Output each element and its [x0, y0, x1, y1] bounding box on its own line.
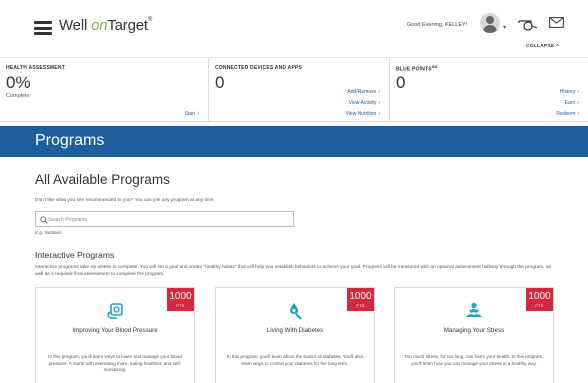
points-value: 1000 [528, 291, 551, 302]
search-box[interactable] [35, 211, 294, 227]
page-title: All Available Programs [35, 172, 170, 187]
blue-points-title-text: BLUE POINTS [396, 66, 432, 73]
health-assessment-sub: Complete [6, 93, 30, 99]
health-assessment-value: 0% [6, 73, 31, 92]
view-nutrition-label: View Nutrition [345, 111, 377, 117]
section-description: Interactive programs take six weeks to c… [35, 265, 551, 277]
whistle-icon[interactable] [517, 17, 539, 31]
search-icon [40, 216, 48, 224]
service-mark: SM [431, 65, 438, 69]
program-card[interactable]: 1000 PTS Improving Your Blood Pressure I… [35, 287, 195, 383]
history-label: History [559, 89, 576, 95]
blood-pressure-icon [107, 303, 123, 319]
program-card[interactable]: 1000 PTS Living With Diabetes In this pr… [215, 287, 375, 383]
glucose-meter-icon [290, 303, 302, 320]
connected-devices-title: CONNECTED DEVICES AND APPS [215, 65, 303, 71]
logo[interactable]: Well onTarget® [59, 17, 152, 34]
logo-text-well: Well [59, 17, 92, 34]
points-label: PTS [356, 304, 365, 308]
program-title[interactable]: Improving Your Blood Pressure [36, 327, 194, 334]
earn-link[interactable]: Earn › [565, 100, 579, 106]
page: Well onTarget® Good Evening, KELLEY! ▾ C… [0, 0, 588, 383]
logo-text-target: Target [107, 17, 148, 34]
search-hint: E.g. Nutrition [35, 230, 62, 235]
view-activity-link[interactable]: View Activity › [349, 100, 380, 106]
program-title[interactable]: Managing Your Stress [395, 327, 553, 334]
history-link[interactable]: History › [560, 89, 579, 95]
avatar[interactable] [480, 13, 500, 33]
greeting-text: Good Evening, KELLEY! [407, 22, 468, 28]
earn-label: Earn [564, 100, 576, 106]
meditation-icon [466, 302, 482, 317]
summary-panel: HEALTH ASSESSMENT 0% Complete Start › CON… [0, 58, 588, 122]
connected-devices-value: 0 [215, 73, 225, 92]
view-nutrition-link[interactable]: View Nutrition › [346, 111, 380, 117]
logo-registered-mark: ® [147, 17, 153, 23]
add-remove-link[interactable]: Add/Remove › [347, 89, 380, 95]
points-badge: 1000 PTS [347, 288, 374, 311]
points-badge: 1000 PTS [526, 288, 553, 311]
health-assessment-card: HEALTH ASSESSMENT 0% Complete Start › [0, 58, 209, 122]
program-description: In this program, you'll learn ways to lo… [48, 354, 182, 373]
points-label: PTS [535, 304, 544, 308]
points-value: 1000 [169, 291, 192, 302]
program-title[interactable]: Living With Diabetes [216, 327, 374, 334]
search-input[interactable] [48, 214, 288, 225]
collapse-button[interactable]: COLLAPSE ^ [526, 44, 559, 49]
points-label: PTS [176, 304, 185, 308]
section-title: Interactive Programs [35, 250, 115, 260]
program-card[interactable]: 1000 PTS Managing Your Stress Too much s… [394, 287, 554, 383]
redeem-label: Redeem [556, 111, 576, 117]
top-bar: Well onTarget® Good Evening, KELLEY! ▾ C… [0, 0, 588, 58]
program-description: In this program, you'll learn about the … [226, 354, 364, 366]
view-activity-label: View Activity [348, 100, 377, 106]
programs-banner: Programs [0, 126, 588, 157]
points-badge: 1000 PTS [167, 288, 194, 311]
start-link[interactable]: Start › [185, 111, 199, 117]
logo-text-on: on [91, 17, 108, 34]
program-description: Too much stress, for too long, can harm … [404, 354, 544, 366]
health-assessment-title: HEALTH ASSESSMENT [6, 65, 65, 71]
menu-icon[interactable] [34, 21, 52, 35]
connected-devices-card: CONNECTED DEVICES AND APPS 0 Add/Remove ›… [209, 58, 390, 122]
add-remove-label: Add/Remove [347, 89, 377, 95]
banner-title: Programs [35, 132, 105, 149]
blue-points-value: 0 [396, 73, 406, 92]
blue-points-title: BLUE POINTSSM [396, 65, 437, 73]
blue-points-card: BLUE POINTSSM 0 History › Earn › Redeem › [390, 58, 588, 122]
redeem-link[interactable]: Redeem › [556, 111, 579, 117]
mail-icon[interactable] [549, 17, 564, 28]
chevron-down-icon[interactable]: ▾ [503, 24, 506, 31]
points-value: 1000 [349, 291, 372, 302]
start-link-label: Start [184, 111, 196, 117]
intro-text: Don't like what you see recommended to y… [35, 198, 215, 203]
